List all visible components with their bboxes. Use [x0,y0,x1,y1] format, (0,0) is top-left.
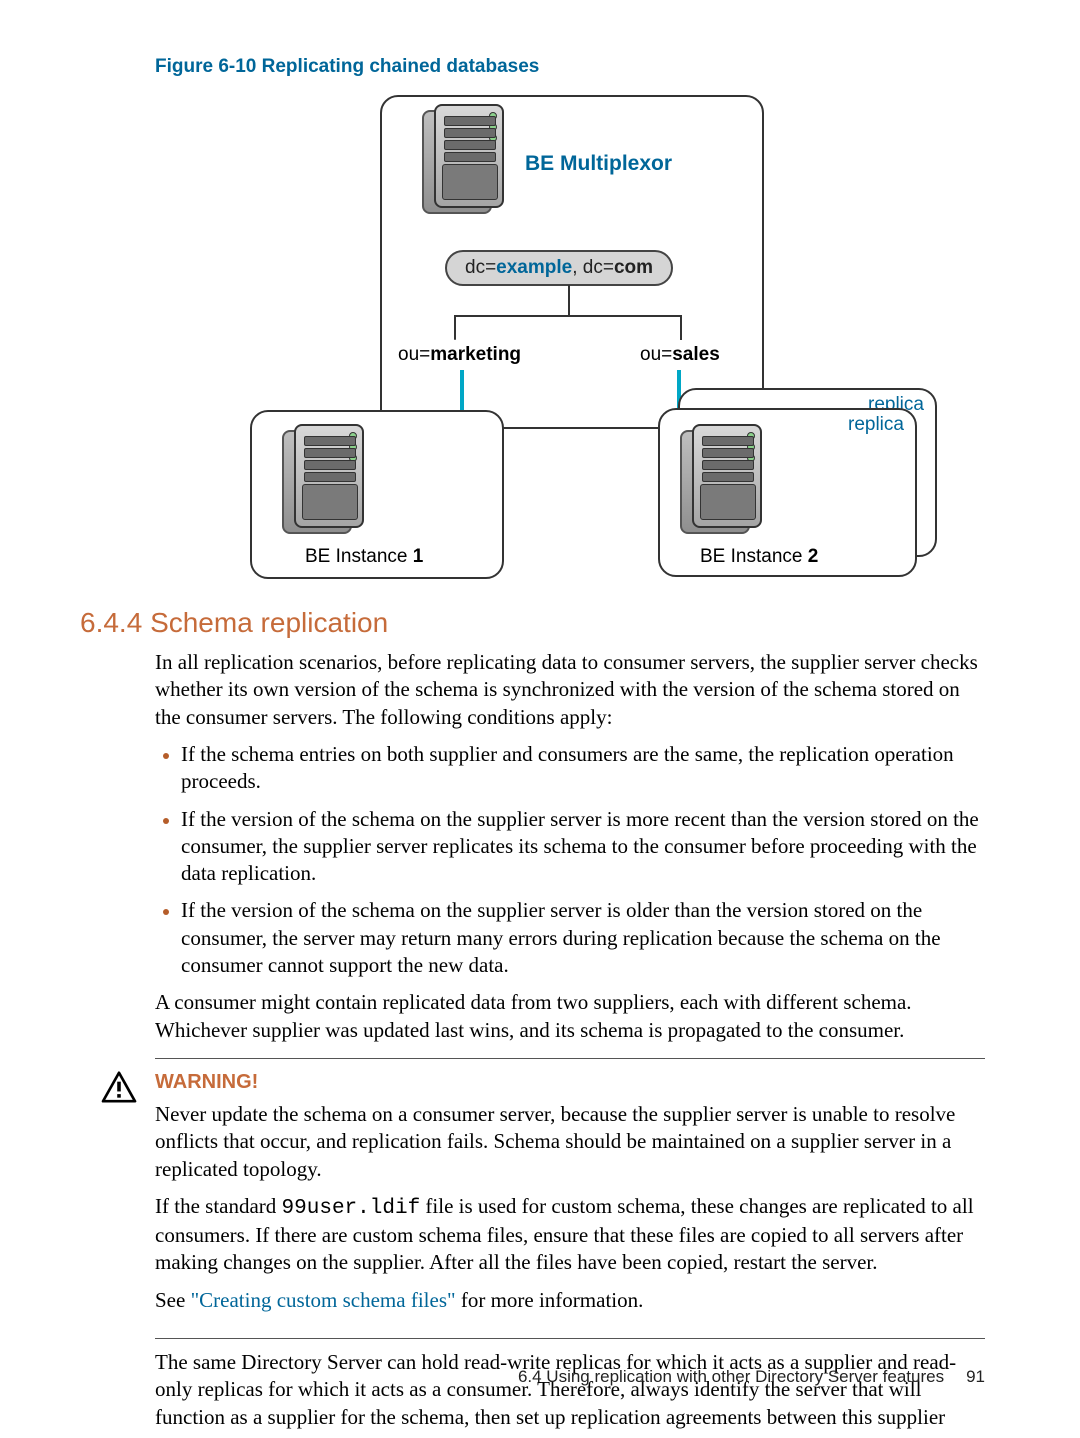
after-warning-paragraph: The same Directory Server can hold read-… [155,1349,985,1431]
intro-paragraph: In all replication scenarios, before rep… [155,649,985,731]
warning-paragraph-2: If the standard 99user.ldif file is used… [155,1193,985,1277]
figure-caption: Figure 6-10 Replicating chained database… [155,55,985,80]
multiplexor-label: BE Multiplexor [525,150,672,177]
divider [155,1058,985,1059]
warning-heading: WARNING! [155,1069,985,1095]
root-dn-pill: dc=example, dc=com [445,250,673,287]
server-icon [270,420,360,540]
be2-label: BE Instance 2 [700,545,818,570]
cross-reference-link[interactable]: "Creating custom schema files" [191,1288,456,1312]
replica-label-2: replica [848,413,904,438]
ou-sales-label: ou=sales [640,343,720,368]
after-bullets-paragraph: A consumer might contain replicated data… [155,989,985,1044]
warning-paragraph-1: Never update the schema on a consumer se… [155,1101,985,1183]
be1-label: BE Instance 1 [305,545,423,570]
warning-paragraph-3: See "Creating custom schema files" for m… [155,1287,985,1314]
list-item: If the schema entries on both supplier a… [181,741,985,796]
figure-diagram: BE Multiplexor dc=example, dc=com ou=mar… [200,95,940,585]
section-heading: 6.4.4 Schema replication [80,605,985,641]
page-number: 91 [966,1367,985,1386]
page-footer: 6.4 Using replication with other Directo… [518,1366,985,1388]
server-icon [668,420,758,540]
conditions-list: If the schema entries on both supplier a… [155,741,985,979]
list-item: If the version of the schema on the supp… [181,806,985,888]
warning-icon [99,1071,139,1108]
code-filename: 99user.ldif [282,1197,421,1220]
list-item: If the version of the schema on the supp… [181,897,985,979]
ou-marketing-label: ou=marketing [398,343,521,368]
divider [155,1338,985,1339]
server-icon [410,100,500,220]
